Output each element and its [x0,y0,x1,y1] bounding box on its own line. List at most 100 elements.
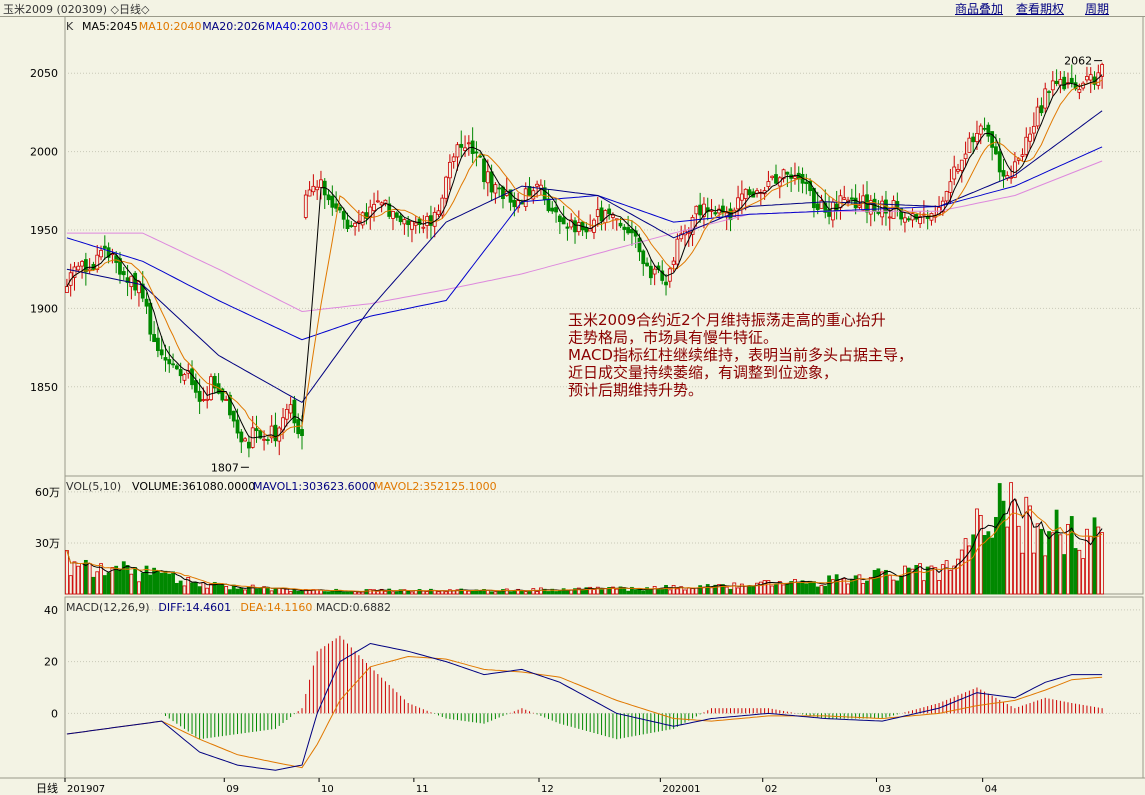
candle [637,237,642,253]
volume-bar [273,588,278,595]
candle [406,220,411,226]
candle [394,212,399,218]
candle [648,265,653,279]
volume-bar [944,560,949,595]
candle [307,189,312,197]
volume-bar [95,571,100,595]
candle [432,211,437,227]
volume-bar [819,585,824,595]
volume-bar [705,584,710,595]
volume-bar [197,586,202,595]
candle [99,249,103,258]
volume-bar [296,590,301,595]
volume-bar [508,591,513,595]
candle [1100,64,1105,77]
candle [607,208,612,215]
volume-bar [91,576,96,595]
volume-bar [565,589,570,595]
legend-ma5: MA5:2045 [82,20,138,33]
volume-bar [1031,552,1036,595]
candle [1050,80,1055,91]
candle [1043,88,1048,109]
candle [485,171,490,184]
overlay-commodity-link[interactable]: 商品叠加 [955,0,1003,17]
candle [1039,105,1044,114]
candle [903,217,907,223]
candle [622,226,627,230]
annotation-line: 走势格局，市场具有慢牛特征。 [568,329,778,347]
annotation-line: 近日成交量持续萎缩，有调整到位迹象， [568,364,838,382]
volume-bar [538,587,543,595]
annotation-line: 玉米2009合约近2个月维持振荡走高的重心抬升 [568,311,886,329]
volume-bar [933,567,938,595]
candle [197,390,202,402]
candle [994,146,998,155]
candle [121,271,126,276]
candle [83,259,88,273]
volume-bar [478,590,483,595]
volume-bar [265,586,270,595]
candle [231,410,236,422]
futures-chart[interactable]: 18501900195020002050K MA5:2045 MA10:2040 MA… [0,16,1145,795]
view-options-link[interactable]: 查看期权 [1016,0,1064,17]
macd-tick-label: 40 [44,604,58,617]
price-panel-frame [64,16,1144,477]
candle [95,254,100,270]
volume-bar [834,574,839,595]
candle [629,229,634,234]
volume-legend-volume: VOLUME:361080.0000 [132,480,255,493]
candle [982,127,987,130]
candle [447,161,452,179]
volume-bar [872,569,877,595]
volume-bar [921,580,926,595]
volume-bar [209,583,213,595]
volume-bar [599,589,604,595]
candle [489,171,494,193]
candle [300,429,304,436]
volume-bar [758,581,763,595]
volume-panel-title: VOL(5,10) [66,480,121,493]
volume-bar [952,565,957,595]
volume-bar [641,590,646,595]
candle [709,209,714,212]
volume-bar [865,580,869,595]
volume-bars [64,482,1105,595]
macd-legend-diff: DIFF:14.4601 [158,601,231,614]
volume-bar [140,572,145,595]
volume-bar [868,577,873,595]
volume-bar [118,569,122,595]
candle [379,202,384,206]
volume-bar [986,531,991,595]
volume-bar [751,585,756,595]
volume-bar [178,580,183,595]
candle [971,136,976,143]
period-link[interactable]: 周期 [1085,0,1109,17]
volume-bar [444,591,448,595]
volume-bar [899,575,904,595]
volume-bar [80,563,84,595]
candle [1058,79,1063,86]
volume-bar [891,579,896,595]
candle [557,215,562,222]
candle [736,197,740,210]
candle [527,186,532,196]
candle [876,211,881,214]
candle [144,298,149,307]
candle [535,183,540,187]
candle [618,222,623,227]
volume-bar [686,587,691,595]
volume-bar [895,580,900,595]
volume-bar [174,582,179,595]
candle [178,369,183,377]
volume-bar [963,538,968,595]
candle [793,176,797,179]
candle [444,176,448,199]
candle [356,220,361,223]
candle [956,169,960,172]
candle [80,261,84,267]
volume-bar [493,591,498,595]
candle [698,204,703,216]
volume-bar [709,587,714,595]
volume-bar [535,591,540,595]
volume-bar [425,591,430,595]
